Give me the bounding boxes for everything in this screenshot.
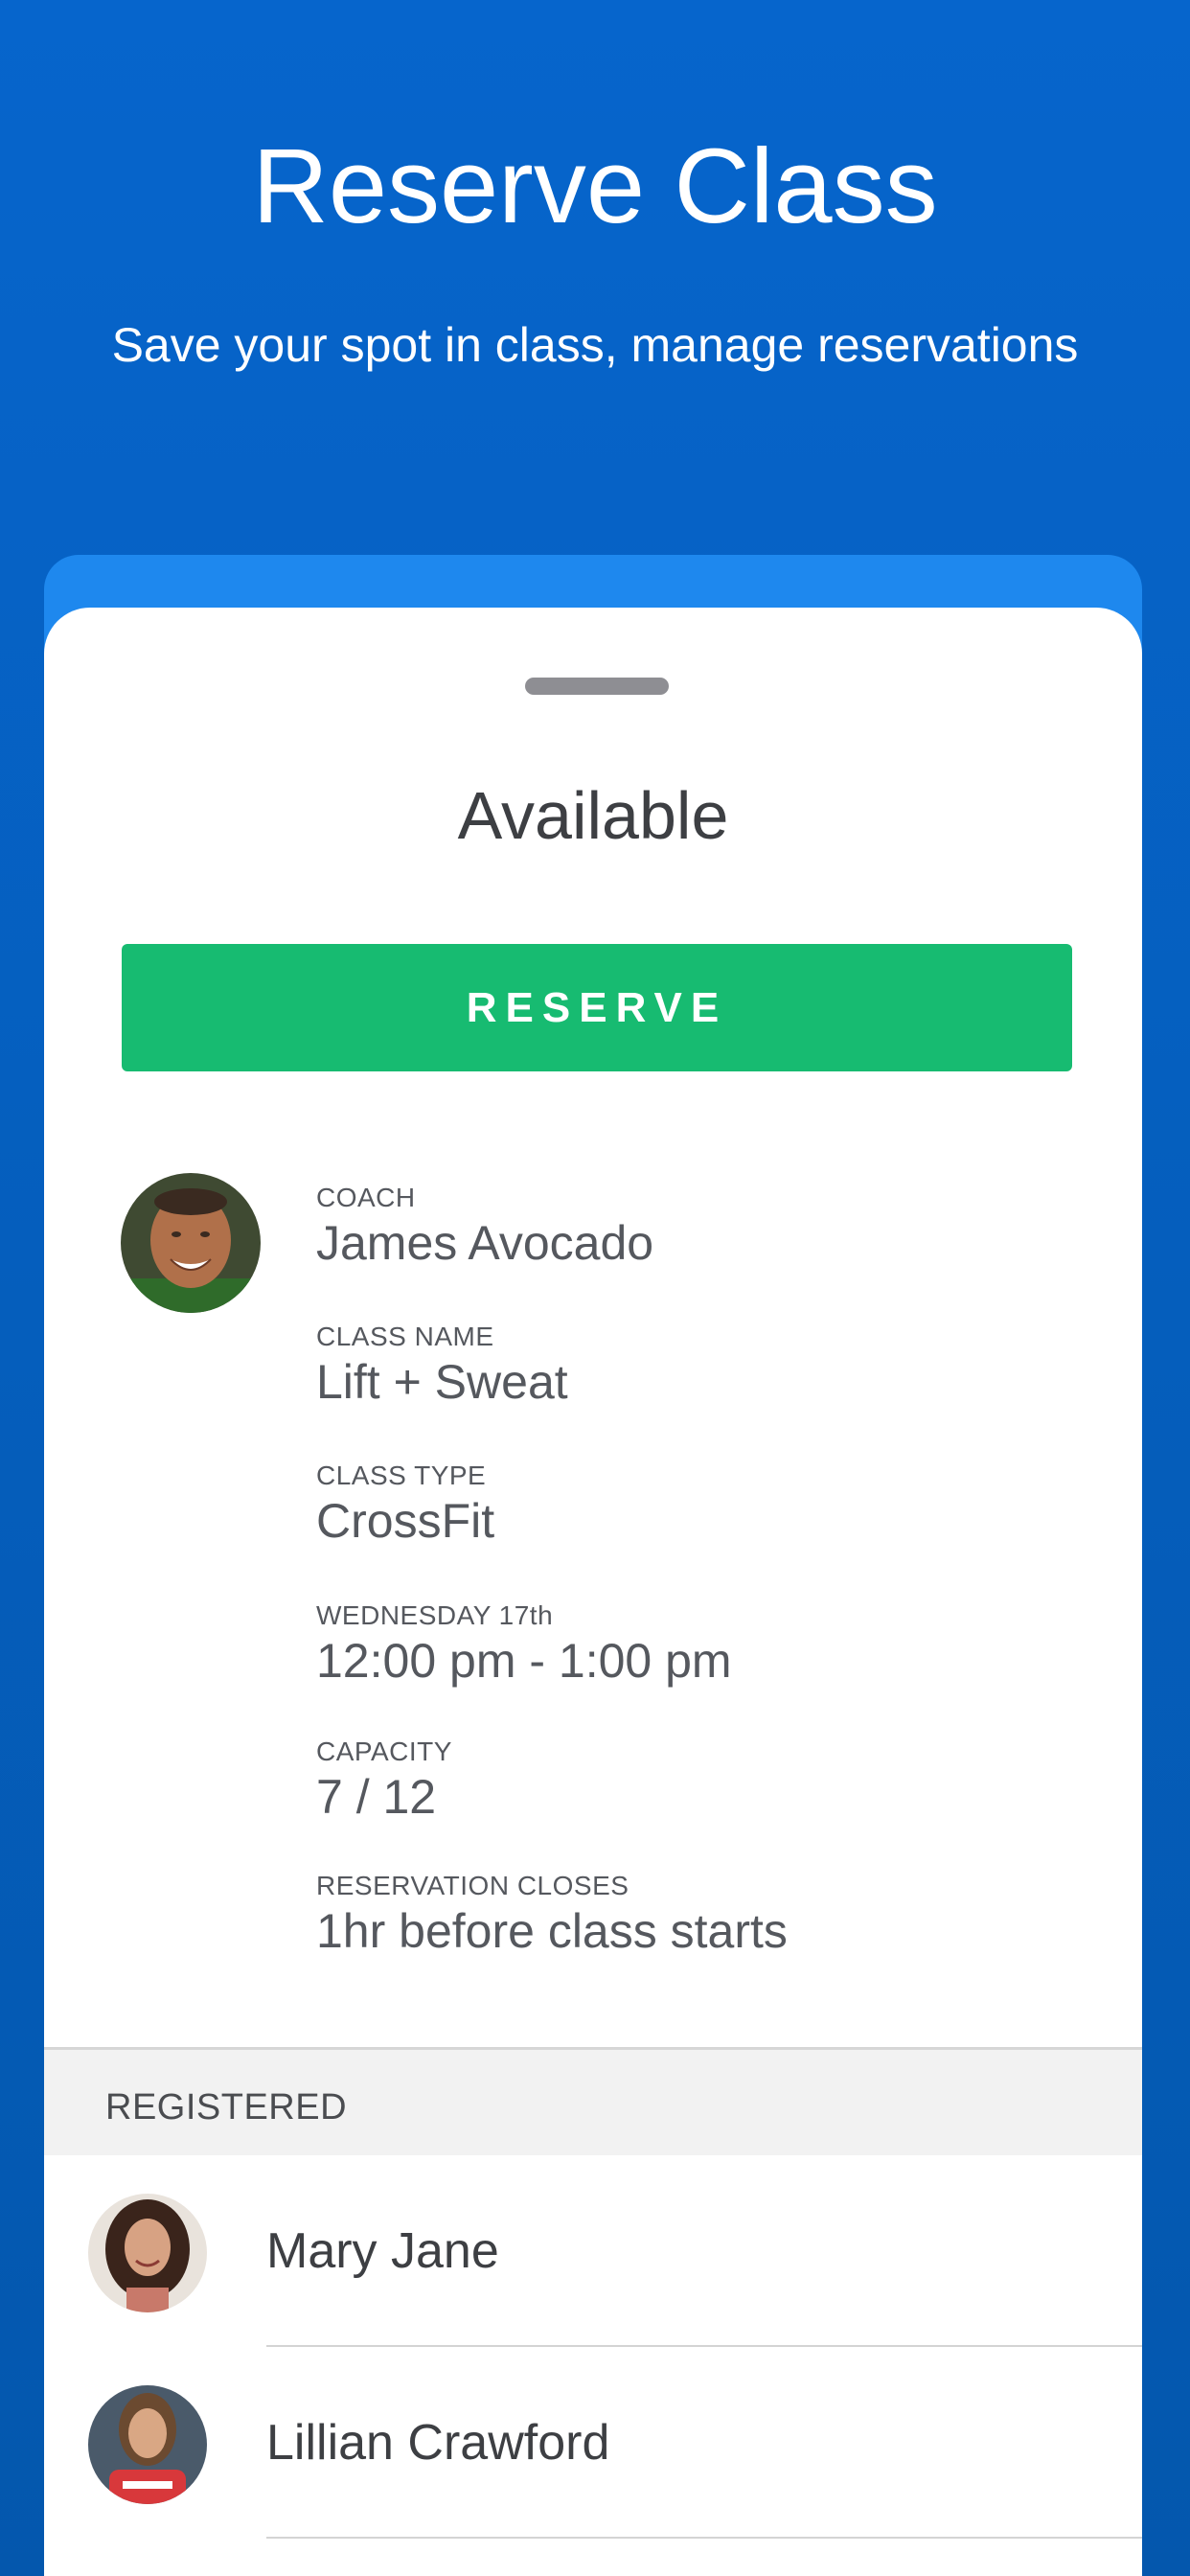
detail-coach: COACH James Avocado xyxy=(316,1183,653,1271)
detail-reservation-closes: RESERVATION CLOSES 1hr before class star… xyxy=(316,1871,788,1959)
detail-value: 12:00 pm - 1:00 pm xyxy=(316,1634,732,1688)
detail-schedule: WEDNESDAY 17th 12:00 pm - 1:00 pm xyxy=(316,1600,732,1689)
detail-label: CLASS NAME xyxy=(316,1322,494,1351)
detail-label: COACH xyxy=(316,1183,416,1212)
row-divider xyxy=(266,2537,1142,2539)
availability-status: Available xyxy=(457,778,729,853)
registered-header-label: REGISTERED xyxy=(105,2087,348,2128)
detail-value: 1hr before class starts xyxy=(316,1904,788,1958)
member-avatar xyxy=(88,2194,207,2312)
detail-label: CLASS TYPE xyxy=(316,1460,487,1490)
detail-class-name: CLASS NAME Lift + Sweat xyxy=(316,1322,568,1410)
detail-value: 7 / 12 xyxy=(316,1770,437,1824)
detail-value: James Avocado xyxy=(316,1216,654,1270)
class-detail-sheet: Available RESERVE COACH James Avocado CL… xyxy=(44,608,1142,2576)
sheet-grabber-handle[interactable] xyxy=(525,678,669,695)
detail-label: WEDNESDAY 17th xyxy=(316,1600,554,1630)
hero-title: Reserve Class xyxy=(252,127,938,245)
registered-member-row[interactable]: Lillian Crawford xyxy=(44,2347,1142,2539)
detail-label: RESERVATION CLOSES xyxy=(316,1871,629,1900)
registered-member-row[interactable]: Mary Jane xyxy=(44,2155,1142,2347)
member-name: Lillian Crawford xyxy=(266,2415,610,2471)
registered-section-header: REGISTERED xyxy=(44,2050,1142,2155)
detail-value: Lift + Sweat xyxy=(316,1355,568,1409)
detail-label: CAPACITY xyxy=(316,1736,452,1766)
member-name: Mary Jane xyxy=(266,2223,499,2279)
detail-capacity: CAPACITY 7 / 12 xyxy=(316,1736,452,1825)
hero-subtitle: Save your spot in class, manage reservat… xyxy=(111,318,1079,372)
detail-value: CrossFit xyxy=(316,1494,495,1548)
detail-class-type: CLASS TYPE CrossFit xyxy=(316,1460,494,1549)
member-avatar xyxy=(88,2385,207,2504)
reserve-button[interactable]: RESERVE xyxy=(122,944,1072,1071)
coach-avatar xyxy=(121,1173,261,1313)
